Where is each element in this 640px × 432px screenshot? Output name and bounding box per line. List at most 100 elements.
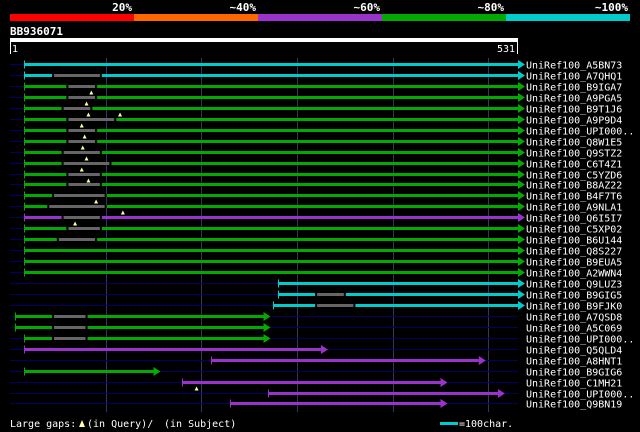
hit-end-arrow-icon <box>478 356 486 365</box>
hit-row[interactable]: UniRef100_B9GIG6 <box>10 367 622 379</box>
gap-break <box>95 96 98 99</box>
hit-bar[interactable] <box>182 381 441 384</box>
hit-label[interactable]: UniRef100_A9P9D4 <box>526 116 622 127</box>
hit-label[interactable]: UniRef100_A7QSD8 <box>526 313 622 324</box>
gap-break <box>66 118 69 121</box>
hit-row[interactable]: UniRef100_C5XP02 <box>10 224 622 236</box>
hit-row[interactable]: UniRef100_A2WWN4 <box>10 268 622 280</box>
hit-bar[interactable] <box>210 359 479 362</box>
hit-bar[interactable] <box>268 392 498 395</box>
gap-break <box>66 129 69 132</box>
hit-label[interactable]: UniRef100_B9GIG6 <box>526 368 622 379</box>
hit-label[interactable]: UniRef100_Q6I5I7 <box>526 214 622 225</box>
gap-break <box>95 238 98 241</box>
gap-break <box>95 85 98 88</box>
hit-row[interactable]: UniRef100_A8HNT1 <box>10 356 622 368</box>
query-gap-marker-icon <box>118 112 123 117</box>
hit-label[interactable]: UniRef100_A7QHQ1 <box>526 72 622 83</box>
hit-row[interactable]: UniRef100_A7QHQ1 <box>10 71 622 83</box>
hit-row[interactable]: UniRef100_B9FJK0 <box>10 301 622 313</box>
hit-row[interactable]: UniRef100_B9GIG5 <box>10 290 622 302</box>
hit-label[interactable]: UniRef100_A9PGA5 <box>526 94 622 105</box>
hit-label[interactable]: UniRef100_A8HNT1 <box>526 357 622 368</box>
hit-row[interactable]: UniRef100_Q9BN19 <box>10 399 622 411</box>
subject-gap <box>62 162 111 165</box>
hit-end-arrow-icon <box>518 170 525 179</box>
gap-break <box>61 151 64 154</box>
query-gap-marker-icon <box>79 167 84 172</box>
hit-bar[interactable] <box>273 304 518 307</box>
subject-gap <box>67 85 97 88</box>
hit-label[interactable]: UniRef100_B9IGA7 <box>526 83 622 94</box>
hit-label[interactable]: UniRef100_Q8S227 <box>526 247 622 258</box>
hit-label[interactable]: UniRef100_Q9BN19 <box>526 400 622 411</box>
hit-end-arrow-icon <box>518 137 525 146</box>
hit-label[interactable]: UniRef100_Q8W1E5 <box>526 138 622 149</box>
hit-row[interactable]: UniRef100_A5C069 <box>10 323 622 335</box>
hit-label[interactable]: UniRef100_C6T4Z1 <box>526 160 622 171</box>
hit-label[interactable]: UniRef100_A5C069 <box>526 324 622 335</box>
identity-legend-label: ~60% <box>354 1 381 14</box>
gap-break <box>99 74 102 77</box>
hit-label[interactable]: UniRef100_B9FJK0 <box>526 302 622 313</box>
hit-label[interactable]: UniRef100_A5BN73 <box>526 61 622 72</box>
hit-row[interactable]: UniRef100_Q5QLD4 <box>10 345 622 357</box>
hit-bar[interactable] <box>277 282 518 285</box>
identity-legend: 20% ~40% ~60% ~80% ~100% <box>10 1 630 21</box>
gaps-legend-subject: (in Subject) <box>164 419 236 430</box>
hit-bar[interactable] <box>24 249 519 252</box>
hit-bar[interactable] <box>24 370 154 373</box>
hit-label[interactable]: UniRef100_B4F7T6 <box>526 192 622 203</box>
hit-end-arrow-icon <box>518 224 525 233</box>
hit-bar[interactable] <box>230 402 441 405</box>
hit-row[interactable]: UniRef100_A7QSD8 <box>10 312 622 324</box>
hit-label[interactable]: UniRef100_B9T1J6 <box>526 105 622 116</box>
hit-label[interactable]: UniRef100_B6U144 <box>526 236 622 247</box>
hit-bar[interactable] <box>24 85 519 88</box>
hit-label[interactable]: UniRef100_UPI000.. <box>526 335 634 346</box>
hit-bar[interactable] <box>24 348 321 351</box>
hit-end-arrow-icon <box>518 191 525 200</box>
hit-row[interactable]: UniRef100_B6U144 <box>10 235 622 247</box>
hit-bar[interactable] <box>277 293 518 296</box>
gap-break <box>353 304 356 307</box>
hit-label[interactable]: UniRef100_C1MH21 <box>526 379 622 390</box>
hit-row[interactable]: UniRef100_UPI000.. <box>10 334 634 346</box>
hit-bar[interactable] <box>24 238 519 241</box>
hit-row[interactable]: UniRef100_Q8S227 <box>10 246 622 258</box>
hit-bar[interactable] <box>24 96 519 99</box>
hit-row[interactable]: UniRef100_A5BN73 <box>10 60 622 72</box>
hit-label[interactable]: UniRef100_B9GIG5 <box>526 291 622 302</box>
subject-gap <box>67 140 97 143</box>
query-header: BB936071 1 531 <box>10 25 518 55</box>
gap-break <box>85 337 88 340</box>
hit-bar[interactable] <box>24 271 519 274</box>
gap-break <box>61 107 64 110</box>
identity-legend-swatch <box>382 14 506 21</box>
gap-break <box>99 173 102 176</box>
hit-label[interactable]: UniRef100_Q9STZ2 <box>526 149 622 160</box>
hit-label[interactable]: UniRef100_A9NLA1 <box>526 203 622 214</box>
hit-row[interactable]: UniRef100_B8AZ22 <box>10 180 622 192</box>
hit-end-arrow-icon <box>518 213 525 222</box>
hit-label[interactable]: UniRef100_Q9LUZ3 <box>526 280 622 291</box>
hit-bar[interactable] <box>24 63 519 66</box>
identity-legend-swatch <box>258 14 382 21</box>
hit-bar[interactable] <box>24 107 519 110</box>
hit-label[interactable]: UniRef100_C5XP02 <box>526 225 622 236</box>
hit-label[interactable]: UniRef100_A2WWN4 <box>526 269 622 280</box>
hit-label[interactable]: UniRef100_Q5QLD4 <box>526 346 622 357</box>
hit-label[interactable]: UniRef100_B9EUA5 <box>526 258 622 269</box>
hit-bar[interactable] <box>24 129 519 132</box>
hit-bar[interactable] <box>24 140 519 143</box>
hit-row[interactable]: UniRef100_Q9LUZ3 <box>10 279 622 291</box>
identity-legend-swatch <box>134 14 258 21</box>
subject-gap <box>67 129 97 132</box>
hit-label[interactable]: UniRef100_B8AZ22 <box>526 181 622 192</box>
gap-break <box>52 315 55 318</box>
hit-bar[interactable] <box>24 260 519 263</box>
hit-row[interactable]: UniRef100_B9EUA5 <box>10 257 622 269</box>
subject-gap <box>48 205 106 208</box>
subject-gap <box>316 293 345 296</box>
hit-label[interactable]: UniRef100_UPI000.. <box>526 127 634 138</box>
